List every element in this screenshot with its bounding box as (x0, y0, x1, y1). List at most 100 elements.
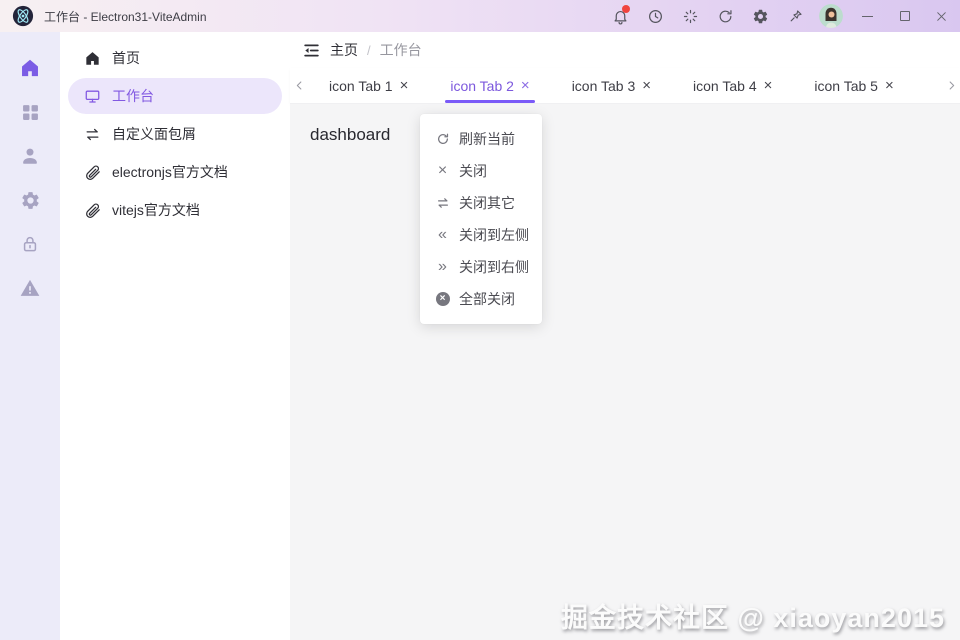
rail-item-grid[interactable] (0, 90, 60, 134)
sidebar-item-breadcrumb[interactable]: 自定义面包屑 (68, 116, 282, 152)
monitor-icon (84, 88, 101, 105)
context-menu-item-close-left[interactable]: « 关闭到左侧 (420, 219, 542, 251)
close-window-button[interactable] (923, 0, 960, 32)
context-menu-item-close-right[interactable]: » 关闭到右侧 (420, 251, 542, 283)
maximize-icon (900, 11, 910, 21)
tab-icon-tab-1[interactable]: icon Tab 1 × (308, 68, 429, 103)
double-chevron-right-icon: » (435, 259, 450, 275)
sidebar-item-vite-docs[interactable]: vitejs官方文档 (68, 192, 282, 228)
minimize-icon (862, 16, 873, 17)
home-icon (19, 57, 41, 79)
main-column: 主页 / 工作台 icon Tab 1 × icon Tab 2 × ico (290, 32, 960, 640)
user-icon (19, 145, 41, 167)
warning-icon (19, 277, 41, 299)
sidebar-item-label: 自定义面包屑 (112, 124, 196, 144)
menu-sidebar: 首页 工作台 自定义面包屑 (60, 32, 290, 640)
context-menu-label: 关闭 (459, 161, 487, 181)
body-row: 首页 工作台 自定义面包屑 (0, 32, 960, 640)
sidebar-item-label: 工作台 (112, 86, 154, 106)
tab-icon-tab-2[interactable]: icon Tab 2 × (429, 68, 550, 103)
sidebar-item-label: 首页 (112, 48, 140, 68)
tabbar: icon Tab 1 × icon Tab 2 × icon Tab 3 × i… (290, 68, 960, 104)
refresh-icon (717, 8, 734, 25)
sidebar-item-home[interactable]: 首页 (68, 40, 282, 76)
tab-close-icon[interactable]: × (885, 78, 894, 93)
lock-icon (20, 234, 40, 254)
tab-close-icon[interactable]: × (764, 78, 773, 93)
tab-label: icon Tab 1 (329, 78, 393, 94)
context-menu-item-refresh[interactable]: 刷新当前 (420, 123, 542, 155)
paperclip-icon (84, 164, 101, 181)
rail-item-warning[interactable] (0, 266, 60, 310)
icon-rail (0, 32, 60, 640)
settings-button[interactable] (743, 0, 778, 32)
burst-button[interactable] (673, 0, 708, 32)
tab-label: icon Tab 5 (814, 78, 878, 94)
tabs-scroll-left-button[interactable] (290, 68, 308, 103)
sidebar-item-electron-docs[interactable]: electronjs官方文档 (68, 154, 282, 190)
rail-item-home[interactable] (0, 46, 60, 90)
context-menu-label: 关闭到左侧 (459, 225, 529, 245)
rail-item-user[interactable] (0, 134, 60, 178)
rail-item-settings[interactable] (0, 178, 60, 222)
gear-icon (20, 190, 41, 211)
double-chevron-left-icon: « (435, 227, 450, 243)
avatar[interactable] (819, 4, 843, 28)
rail-item-lock[interactable] (0, 222, 60, 266)
breadcrumb: 主页 / 工作台 (290, 32, 960, 68)
breadcrumb-item-current: 工作台 (380, 40, 422, 60)
refresh-icon (435, 132, 450, 146)
sidebar-item-workbench[interactable]: 工作台 (68, 78, 282, 114)
watermark: 掘金技术社区 @ xiaoyan2015 (561, 596, 945, 635)
tab-label: icon Tab 3 (572, 78, 636, 94)
swap-icon (84, 126, 101, 143)
tab-label: icon Tab 4 (693, 78, 757, 94)
content-area: dashboard 刷新当前 × 关闭 (290, 104, 960, 640)
context-menu-label: 刷新当前 (459, 129, 515, 149)
tab-context-menu: 刷新当前 × 关闭 关闭其它 « 关闭到左侧 (420, 114, 542, 324)
context-menu-label: 全部关闭 (459, 289, 515, 309)
page-title: dashboard (310, 125, 390, 145)
tab-close-icon[interactable]: × (400, 78, 409, 93)
reload-button[interactable] (708, 0, 743, 32)
context-menu-label: 关闭其它 (459, 193, 515, 213)
breadcrumb-item-home[interactable]: 主页 (330, 40, 358, 60)
clock-button[interactable] (638, 0, 673, 32)
close-icon: × (435, 163, 450, 179)
chevron-right-icon (945, 79, 958, 92)
tab-icon-tab-4[interactable]: icon Tab 4 × (672, 68, 793, 103)
titlebar: 工作台 - Electron31-ViteAdmin (0, 0, 960, 32)
gear-icon (752, 8, 769, 25)
breadcrumb-separator: / (367, 43, 371, 58)
context-menu-label: 关闭到右侧 (459, 257, 529, 277)
tab-icon-tab-3[interactable]: icon Tab 3 × (551, 68, 672, 103)
sidebar-item-label: electronjs官方文档 (112, 162, 228, 182)
circle-close-icon: × (435, 292, 450, 306)
titlebar-actions (603, 0, 960, 32)
maximize-button[interactable] (886, 0, 923, 32)
tab-close-icon[interactable]: × (521, 78, 530, 93)
burst-icon (682, 8, 699, 25)
electron-logo-icon (12, 5, 34, 27)
pin-button[interactable] (778, 0, 813, 32)
home-icon (84, 50, 101, 67)
tabs-scroll-right-button[interactable] (942, 68, 960, 103)
chevron-left-icon (293, 79, 306, 92)
sidebar-item-label: vitejs官方文档 (112, 200, 200, 220)
pin-icon (788, 8, 804, 24)
minimize-button[interactable] (849, 0, 886, 32)
paperclip-icon (84, 202, 101, 219)
menu-fold-icon (302, 41, 321, 60)
tab-label: icon Tab 2 (450, 78, 514, 94)
menu-fold-button[interactable] (302, 41, 321, 60)
tab-close-icon[interactable]: × (642, 78, 651, 93)
swap-icon (435, 196, 450, 210)
app-window: 工作台 - Electron31-ViteAdmin (0, 0, 960, 640)
context-menu-item-close-others[interactable]: 关闭其它 (420, 187, 542, 219)
clock-icon (647, 8, 664, 25)
tab-icon-tab-5[interactable]: icon Tab 5 × (793, 68, 914, 103)
notifications-button[interactable] (603, 0, 638, 32)
context-menu-item-close-all[interactable]: × 全部关闭 (420, 283, 542, 315)
window-title: 工作台 - Electron31-ViteAdmin (44, 8, 207, 25)
context-menu-item-close[interactable]: × 关闭 (420, 155, 542, 187)
